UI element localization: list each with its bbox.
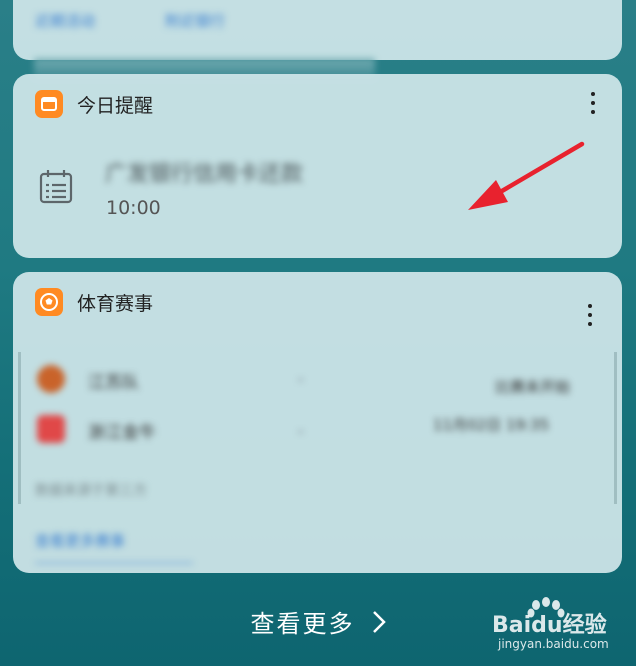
reminder-card-title: 今日提醒 <box>77 94 154 117</box>
reminder-item-title[interactable]: 广发银行信用卡还款 <box>105 156 303 188</box>
team1-name: 江苏队 <box>88 373 139 393</box>
data-source-note: 数据来源于第三方 <box>35 483 147 499</box>
baidu-watermark: Baidu经验 jingyan.baidu.com <box>484 597 624 659</box>
sports-card-header: 体育赛事 <box>35 288 153 316</box>
right-divider <box>614 352 617 504</box>
sports-card[interactable]: 体育赛事 江苏队 - 浙江金牛 - 比赛未开始 11月02日 19:35 数据来… <box>13 272 622 573</box>
football-app-icon <box>35 288 63 316</box>
team2-logo <box>37 415 65 443</box>
top-card-link-1[interactable]: 近期活动 <box>35 10 95 30</box>
link-underline <box>35 562 193 564</box>
chevron-right-icon <box>372 610 386 633</box>
more-matches-link[interactable]: 查看更多赛事 <box>35 530 125 551</box>
top-card-link-2[interactable]: 附近银行 <box>165 10 225 30</box>
left-divider <box>18 352 21 504</box>
sports-more-icon[interactable] <box>583 302 597 332</box>
match-status: 比赛未开始 <box>495 378 571 396</box>
calendar-app-icon <box>35 90 63 118</box>
top-card: 近期活动 附近银行 <box>13 0 622 60</box>
team1-logo <box>37 365 65 393</box>
see-more-label: 查看更多 <box>250 610 355 638</box>
reminder-item-time: 10:00 <box>106 197 161 219</box>
watermark-url: jingyan.baidu.com <box>498 637 609 651</box>
reminder-card-header: 今日提醒 <box>35 90 153 118</box>
calendar-list-icon <box>38 169 74 209</box>
watermark-brand: Baidu经验 <box>492 613 607 638</box>
reminder-more-icon[interactable] <box>586 90 600 120</box>
team2-score: - <box>298 422 304 440</box>
red-arrow-annotation <box>468 141 585 210</box>
team2-name: 浙江金牛 <box>88 423 156 443</box>
sports-card-title: 体育赛事 <box>77 292 154 315</box>
team1-score: - <box>298 370 304 388</box>
match-time: 11月02日 19:35 <box>433 416 550 434</box>
